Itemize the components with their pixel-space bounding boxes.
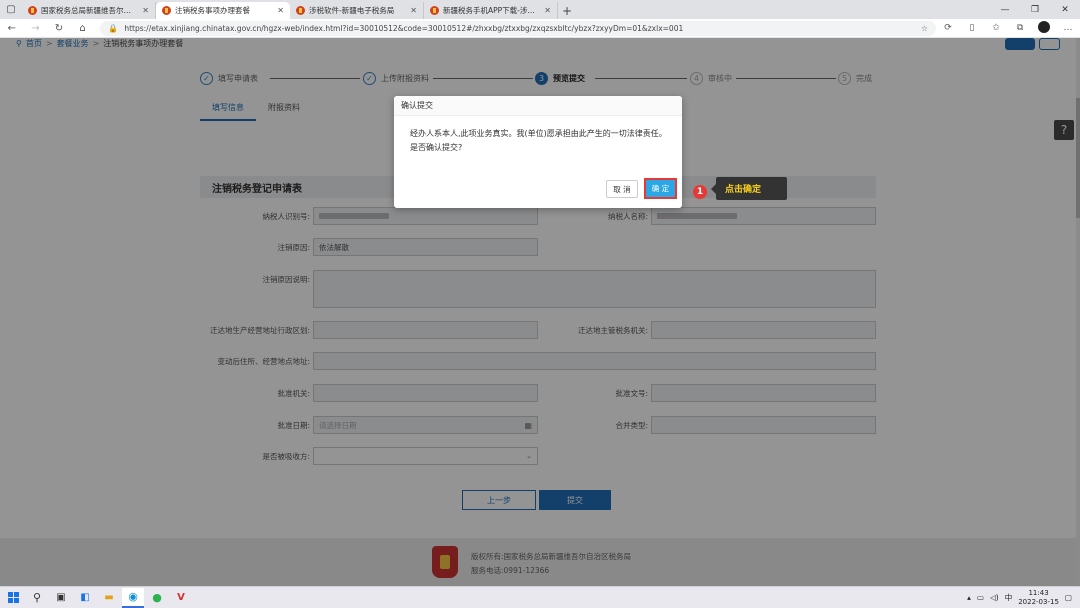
- tax-favicon-icon: [162, 6, 171, 15]
- close-tab-icon[interactable]: ✕: [277, 6, 284, 15]
- close-tab-icon[interactable]: ✕: [142, 6, 149, 15]
- tab-title: 新疆税务手机APP下载-涉税软件: [443, 6, 541, 15]
- refresh-icon[interactable]: ↻: [47, 23, 71, 34]
- browser-tab-1[interactable]: 注销税务事项办理套餐 ✕: [156, 2, 290, 19]
- file-explorer-icon[interactable]: ▬: [98, 588, 120, 608]
- browser-tab-0[interactable]: 国家税务总局新疆维吾尔自治区 ✕: [22, 2, 156, 19]
- edge-browser-icon[interactable]: ◉: [122, 587, 144, 608]
- collections-icon[interactable]: ⧉: [1008, 23, 1032, 33]
- windows-logo-icon: [7, 592, 19, 603]
- cancel-button[interactable]: 取 消: [606, 180, 638, 198]
- tab-actions-icon[interactable]: ▢: [0, 0, 22, 19]
- close-tab-icon[interactable]: ✕: [410, 6, 417, 15]
- tax-favicon-icon: [28, 6, 37, 15]
- forward-icon[interactable]: →: [24, 23, 48, 34]
- system-tray: ▴ ▭ ◁) 中 11:43 2022-03-15 ▢: [967, 589, 1080, 607]
- lock-icon: 🔒: [108, 23, 119, 33]
- profile-avatar[interactable]: [1032, 20, 1056, 36]
- browser-toolbar-right: ⟳ ▯ ✩ ⧉ …: [936, 20, 1080, 36]
- task-view-icon[interactable]: ▣: [50, 588, 72, 608]
- url-text: https://etax.xinjiang.chinatax.gov.cn/hg…: [124, 23, 684, 33]
- widgets-icon[interactable]: ◧: [74, 588, 96, 608]
- restore-icon[interactable]: ❐: [1020, 0, 1050, 19]
- home-icon[interactable]: ⌂: [71, 23, 95, 34]
- browser-tab-3[interactable]: 新疆税务手机APP下载-涉税软件 ✕: [424, 2, 558, 19]
- tax-favicon-icon: [430, 6, 439, 15]
- dialog-title: 确认提交: [394, 96, 682, 116]
- start-button[interactable]: [2, 588, 24, 608]
- more-menu-icon[interactable]: …: [1056, 23, 1080, 33]
- address-bar: ← → ↻ ⌂ 🔒 https://etax.xinjiang.chinatax…: [0, 19, 1080, 38]
- new-tab-icon[interactable]: +: [558, 2, 576, 19]
- dialog-message: 经办人系本人,此项业务真实。我(单位)愿承担由此产生的一切法律责任。是否确认提交…: [410, 129, 667, 152]
- url-input[interactable]: 🔒 https://etax.xinjiang.chinatax.gov.cn/…: [100, 20, 937, 36]
- tab-title: 注销税务事项办理套餐: [175, 6, 250, 15]
- windows-taskbar: ⚲ ▣ ◧ ▬ ◉ ● V ▴ ▭ ◁) 中 11:43 2022-03-15 …: [0, 586, 1080, 608]
- favorites-icon[interactable]: ✩: [984, 23, 1008, 33]
- tab-title: 国家税务总局新疆维吾尔自治区: [41, 6, 139, 15]
- notification-icon[interactable]: ▢: [1065, 593, 1072, 602]
- favorite-star-icon[interactable]: ☆: [921, 24, 928, 33]
- ime-indicator[interactable]: 中: [1005, 592, 1013, 603]
- back-icon[interactable]: ←: [0, 23, 24, 34]
- clock-time: 11:43: [1028, 588, 1049, 597]
- close-window-icon[interactable]: ✕: [1050, 0, 1080, 19]
- volume-icon[interactable]: ◁): [990, 593, 999, 602]
- split-screen-icon[interactable]: ▯: [960, 23, 984, 33]
- app-icon[interactable]: V: [170, 588, 192, 608]
- minimize-icon[interactable]: —: [990, 0, 1020, 19]
- tax-favicon-icon: [296, 6, 305, 15]
- confirm-dialog: 确认提交 经办人系本人,此项业务真实。我(单位)愿承担由此产生的一切法律责任。是…: [394, 96, 682, 208]
- extensions-icon[interactable]: ⟳: [936, 23, 960, 33]
- confirm-button[interactable]: 确 定: [644, 178, 677, 199]
- browser-tab-bar: ▢ 国家税务总局新疆维吾尔自治区 ✕ 注销税务事项办理套餐 ✕ 涉税软件-新疆电…: [0, 0, 1080, 19]
- browser-tab-2[interactable]: 涉税软件-新疆电子税务局 ✕: [290, 2, 424, 19]
- search-icon[interactable]: ⚲: [26, 588, 48, 608]
- network-icon[interactable]: ▭: [977, 593, 984, 602]
- wechat-icon[interactable]: ●: [146, 588, 168, 608]
- clock-date: 2022-03-15: [1018, 597, 1059, 606]
- annotation-number-badge: 1: [693, 185, 707, 199]
- tray-expand-icon[interactable]: ▴: [967, 593, 971, 602]
- close-tab-icon[interactable]: ✕: [544, 6, 551, 15]
- annotation-tooltip: 点击确定: [711, 177, 787, 200]
- clock[interactable]: 11:43 2022-03-15: [1018, 589, 1059, 607]
- tab-title: 涉税软件-新疆电子税务局: [309, 6, 395, 15]
- window-controls: — ❐ ✕: [990, 0, 1080, 19]
